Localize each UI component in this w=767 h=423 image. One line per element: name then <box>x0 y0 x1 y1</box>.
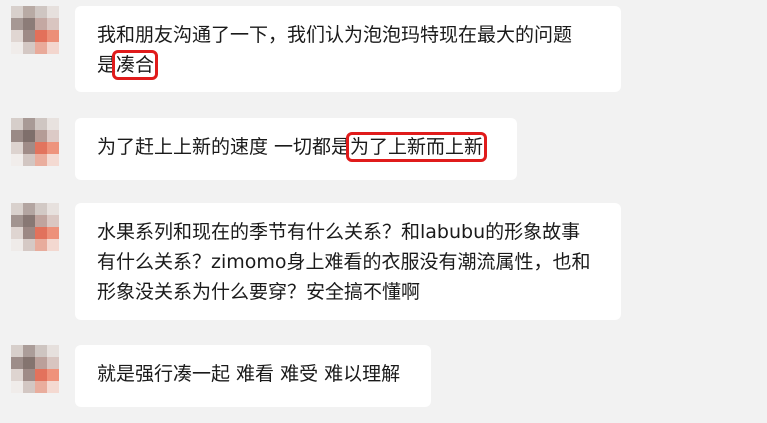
message-bubble[interactable]: 就是强行凑一起 难看 难受 难以理解 <box>75 345 431 407</box>
message-text: 是凑合 <box>97 50 159 80</box>
highlighted-text: 凑合 <box>112 50 159 80</box>
avatar[interactable] <box>11 118 59 166</box>
message-bubble[interactable]: 为了赶上上新的速度 一切都是为了上新而上新 <box>75 118 517 180</box>
message-text: 为了赶上上新的速度 一切都是为了上新而上新 <box>97 132 488 162</box>
message-text: 有什么关系？zimomo身上难看的衣服没有潮流属性，也和 <box>97 251 591 273</box>
avatar[interactable] <box>11 203 59 251</box>
message-bubble[interactable]: 水果系列和现在的季节有什么关系？和labubu的形象故事 有什么关系？zimom… <box>75 203 621 320</box>
message-text: 就是强行凑一起 难看 难受 难以理解 <box>97 363 401 385</box>
message-bubble[interactable]: 我和朋友沟通了一下，我们认为泡泡玛特现在最大的问题 是凑合 <box>75 6 621 92</box>
message-text: 我和朋友沟通了一下，我们认为泡泡玛特现在最大的问题 <box>97 24 573 46</box>
avatar[interactable] <box>11 345 59 393</box>
highlighted-text: 为了上新而上新 <box>346 132 488 162</box>
message-text: 形象没关系为什么要穿？安全搞不懂啊 <box>97 281 421 303</box>
message-text: 水果系列和现在的季节有什么关系？和labubu的形象故事 <box>97 221 581 243</box>
avatar[interactable] <box>11 6 59 54</box>
